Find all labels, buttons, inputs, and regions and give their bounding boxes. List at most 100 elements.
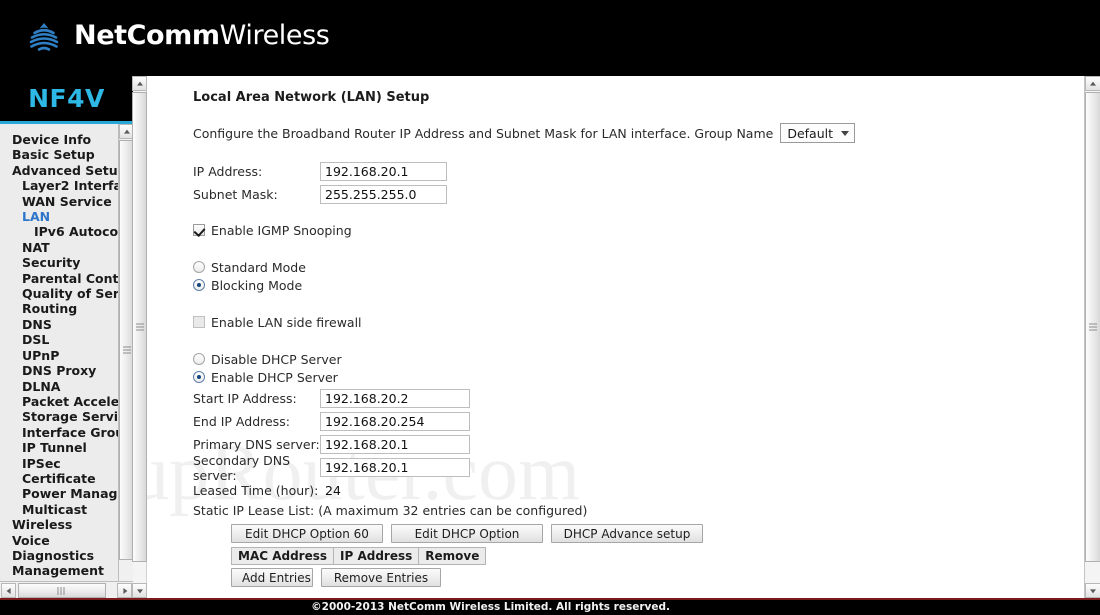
secondary-dns-input[interactable] — [320, 458, 470, 477]
sidebar-item-device-info[interactable]: Device Info — [0, 132, 133, 147]
sidebar-item-certificate[interactable]: Certificate — [0, 471, 133, 486]
sidebar-item-parental-control[interactable]: Parental Control — [0, 271, 133, 286]
sidebar-item-interface-grouping[interactable]: Interface Grouping — [0, 425, 133, 440]
subnet-mask-label: Subnet Mask: — [193, 187, 278, 202]
chevron-down-icon — [841, 130, 850, 136]
sidebar-vertical-scrollbar[interactable] — [118, 124, 133, 598]
dhcp-button-0[interactable]: Edit DHCP Option 60 — [231, 524, 383, 543]
router-admin-page: NetCommWireless NF4V Device Info Basic Se… — [0, 0, 1100, 615]
igmp-standard-mode-row[interactable]: Standard Mode — [193, 258, 1084, 276]
leased-time-row: Leased Time (hour): — [193, 480, 1084, 501]
sidebar-item-management[interactable]: Management — [0, 563, 133, 578]
end-ip-row: End IP Address: — [193, 411, 1084, 432]
start-ip-row: Start IP Address: — [193, 388, 1084, 409]
scroll-grip-icon — [136, 323, 144, 331]
end-ip-input[interactable] — [320, 412, 470, 431]
primary-dns-input[interactable] — [320, 435, 470, 454]
sidebar-item-ipsec[interactable]: IPSec — [0, 456, 133, 471]
subnet-mask-input[interactable] — [320, 185, 447, 204]
arrow-left-icon — [6, 587, 11, 594]
igmp-standard-mode-radio[interactable] — [193, 261, 205, 273]
content-left-scrollbar[interactable] — [132, 76, 147, 598]
igmp-snooping-row[interactable]: Enable IGMP Snooping — [193, 221, 1084, 239]
sidebar-hscroll-thumb[interactable] — [18, 583, 106, 598]
sidebar-item-lan[interactable]: LAN — [0, 209, 133, 224]
igmp-blocking-mode-label: Blocking Mode — [211, 277, 303, 293]
sidebar-item-dns-proxy[interactable]: DNS Proxy — [0, 363, 133, 378]
content-left-scroll-up-button[interactable] — [132, 76, 147, 91]
sidebar-item-basic-setup[interactable]: Basic Setup — [0, 147, 133, 162]
dhcp-enable-row[interactable]: Enable DHCP Server — [193, 368, 1084, 386]
sidebar-item-voice[interactable]: Voice — [0, 533, 133, 548]
lan-firewall-checkbox[interactable] — [193, 316, 205, 328]
brand-name: NetCommWireless — [74, 16, 330, 56]
primary-dns-row: Primary DNS server: — [193, 434, 1084, 455]
sidebar-item-dns[interactable]: DNS — [0, 317, 133, 332]
content-vertical-scrollbar[interactable] — [1084, 76, 1100, 598]
igmp-snooping-checkbox[interactable] — [193, 224, 205, 236]
sidebar-horizontal-scrollbar[interactable] — [0, 581, 133, 598]
dhcp-disable-label: Disable DHCP Server — [211, 351, 342, 367]
start-ip-input[interactable] — [320, 389, 470, 408]
brand-header: NetCommWireless — [0, 0, 1100, 76]
sidebar: NF4V Device Info Basic Setup Advanced Setu… — [0, 76, 133, 598]
dhcp-button-2[interactable]: DHCP Advance setup — [551, 524, 703, 543]
leased-time-input[interactable] — [320, 481, 470, 500]
sidebar-item-storage-service[interactable]: Storage Service — [0, 409, 133, 424]
copyright-text: ©2000-2013 NetComm Wireless Limited. All… — [311, 601, 670, 613]
sidebar-item-security[interactable]: Security — [0, 255, 133, 270]
sidebar-item-nat[interactable]: NAT — [0, 240, 133, 255]
dhcp-disable-row[interactable]: Disable DHCP Server — [193, 350, 1084, 368]
arrow-up-icon — [1090, 81, 1096, 86]
scroll-grip-icon — [57, 586, 67, 595]
content-scroll-up-button[interactable] — [1085, 76, 1100, 91]
sidebar-item-packet-acceleration[interactable]: Packet Acceleration — [0, 394, 133, 409]
dhcp-disable-radio[interactable] — [193, 353, 205, 365]
ip-address-input[interactable] — [320, 162, 447, 181]
table-header-cell: IP Address — [333, 547, 420, 565]
content-left-scroll-thumb[interactable] — [132, 92, 147, 562]
end-ip-label: End IP Address: — [193, 414, 290, 429]
table-header-cell: Remove — [418, 547, 487, 565]
sidebar-item-dlna[interactable]: DLNA — [0, 379, 133, 394]
sidebar-scroll-left-button[interactable] — [1, 583, 16, 598]
arrow-up-icon — [136, 81, 143, 86]
sidebar-item-wan-service[interactable]: WAN Service — [0, 194, 133, 209]
model-name: NF4V — [28, 84, 105, 113]
dhcp-button-1[interactable]: Edit DHCP Option — [391, 524, 543, 543]
table-header-cell: MAC Address — [230, 547, 335, 565]
sidebar-item-wireless[interactable]: Wireless — [0, 517, 133, 532]
brand-logo[interactable]: NetCommWireless — [24, 16, 330, 56]
igmp-blocking-mode-row[interactable]: Blocking Mode — [193, 276, 1084, 294]
sidebar-item-power-management[interactable]: Power Management — [0, 486, 133, 501]
dhcp-option-button-row: Edit DHCP Option 60 Edit DHCP Option DHCP … — [231, 524, 1084, 543]
content-scroll-down-button[interactable] — [1085, 583, 1100, 598]
sidebar-item-multicast[interactable]: Multicast — [0, 502, 133, 517]
sidebar-item-upnp[interactable]: UPnP — [0, 348, 133, 363]
sidebar-item-dsl[interactable]: DSL — [0, 332, 133, 347]
static-lease-table: MAC Address IP Address Remove — [230, 547, 487, 565]
sidebar-item-ip-tunnel[interactable]: IP Tunnel — [0, 440, 133, 455]
entry-button-0[interactable]: Add Entries — [231, 568, 313, 587]
sidebar-item-advanced-setup[interactable]: Advanced Setup — [0, 163, 133, 178]
dhcp-enable-radio[interactable] — [193, 371, 205, 383]
igmp-blocking-mode-radio[interactable] — [193, 279, 205, 291]
igmp-standard-mode-label: Standard Mode — [211, 259, 306, 275]
content-scroll-thumb[interactable] — [1085, 92, 1100, 562]
entry-button-1[interactable]: Remove Entries — [321, 568, 441, 587]
sidebar-scroll-thumb[interactable] — [119, 140, 133, 560]
scroll-grip-icon — [123, 346, 131, 354]
sidebar-menu-list: Device Info Basic Setup Advanced Setup Laye… — [0, 132, 133, 579]
sidebar-scroll-right-button[interactable] — [117, 583, 132, 598]
sidebar-item-layer2-interface[interactable]: Layer2 Interface — [0, 178, 133, 193]
group-name-select[interactable]: Default — [780, 123, 856, 143]
sidebar-item-routing[interactable]: Routing — [0, 301, 133, 316]
lan-firewall-row[interactable]: Enable LAN side firewall — [193, 313, 1084, 331]
sidebar-scroll-up-button[interactable] — [119, 124, 133, 139]
content-left-scroll-down-button[interactable] — [132, 583, 147, 598]
sidebar-item-ipv6-autoconfig[interactable]: IPv6 Autoconfig — [0, 224, 133, 239]
wifi-fan-logo-icon — [29, 23, 59, 51]
sidebar-item-quality-of-service[interactable]: Quality of Service — [0, 286, 133, 301]
sidebar-menu: Device Info Basic Setup Advanced Setup Laye… — [0, 124, 133, 598]
sidebar-item-diagnostics[interactable]: Diagnostics — [0, 548, 133, 563]
